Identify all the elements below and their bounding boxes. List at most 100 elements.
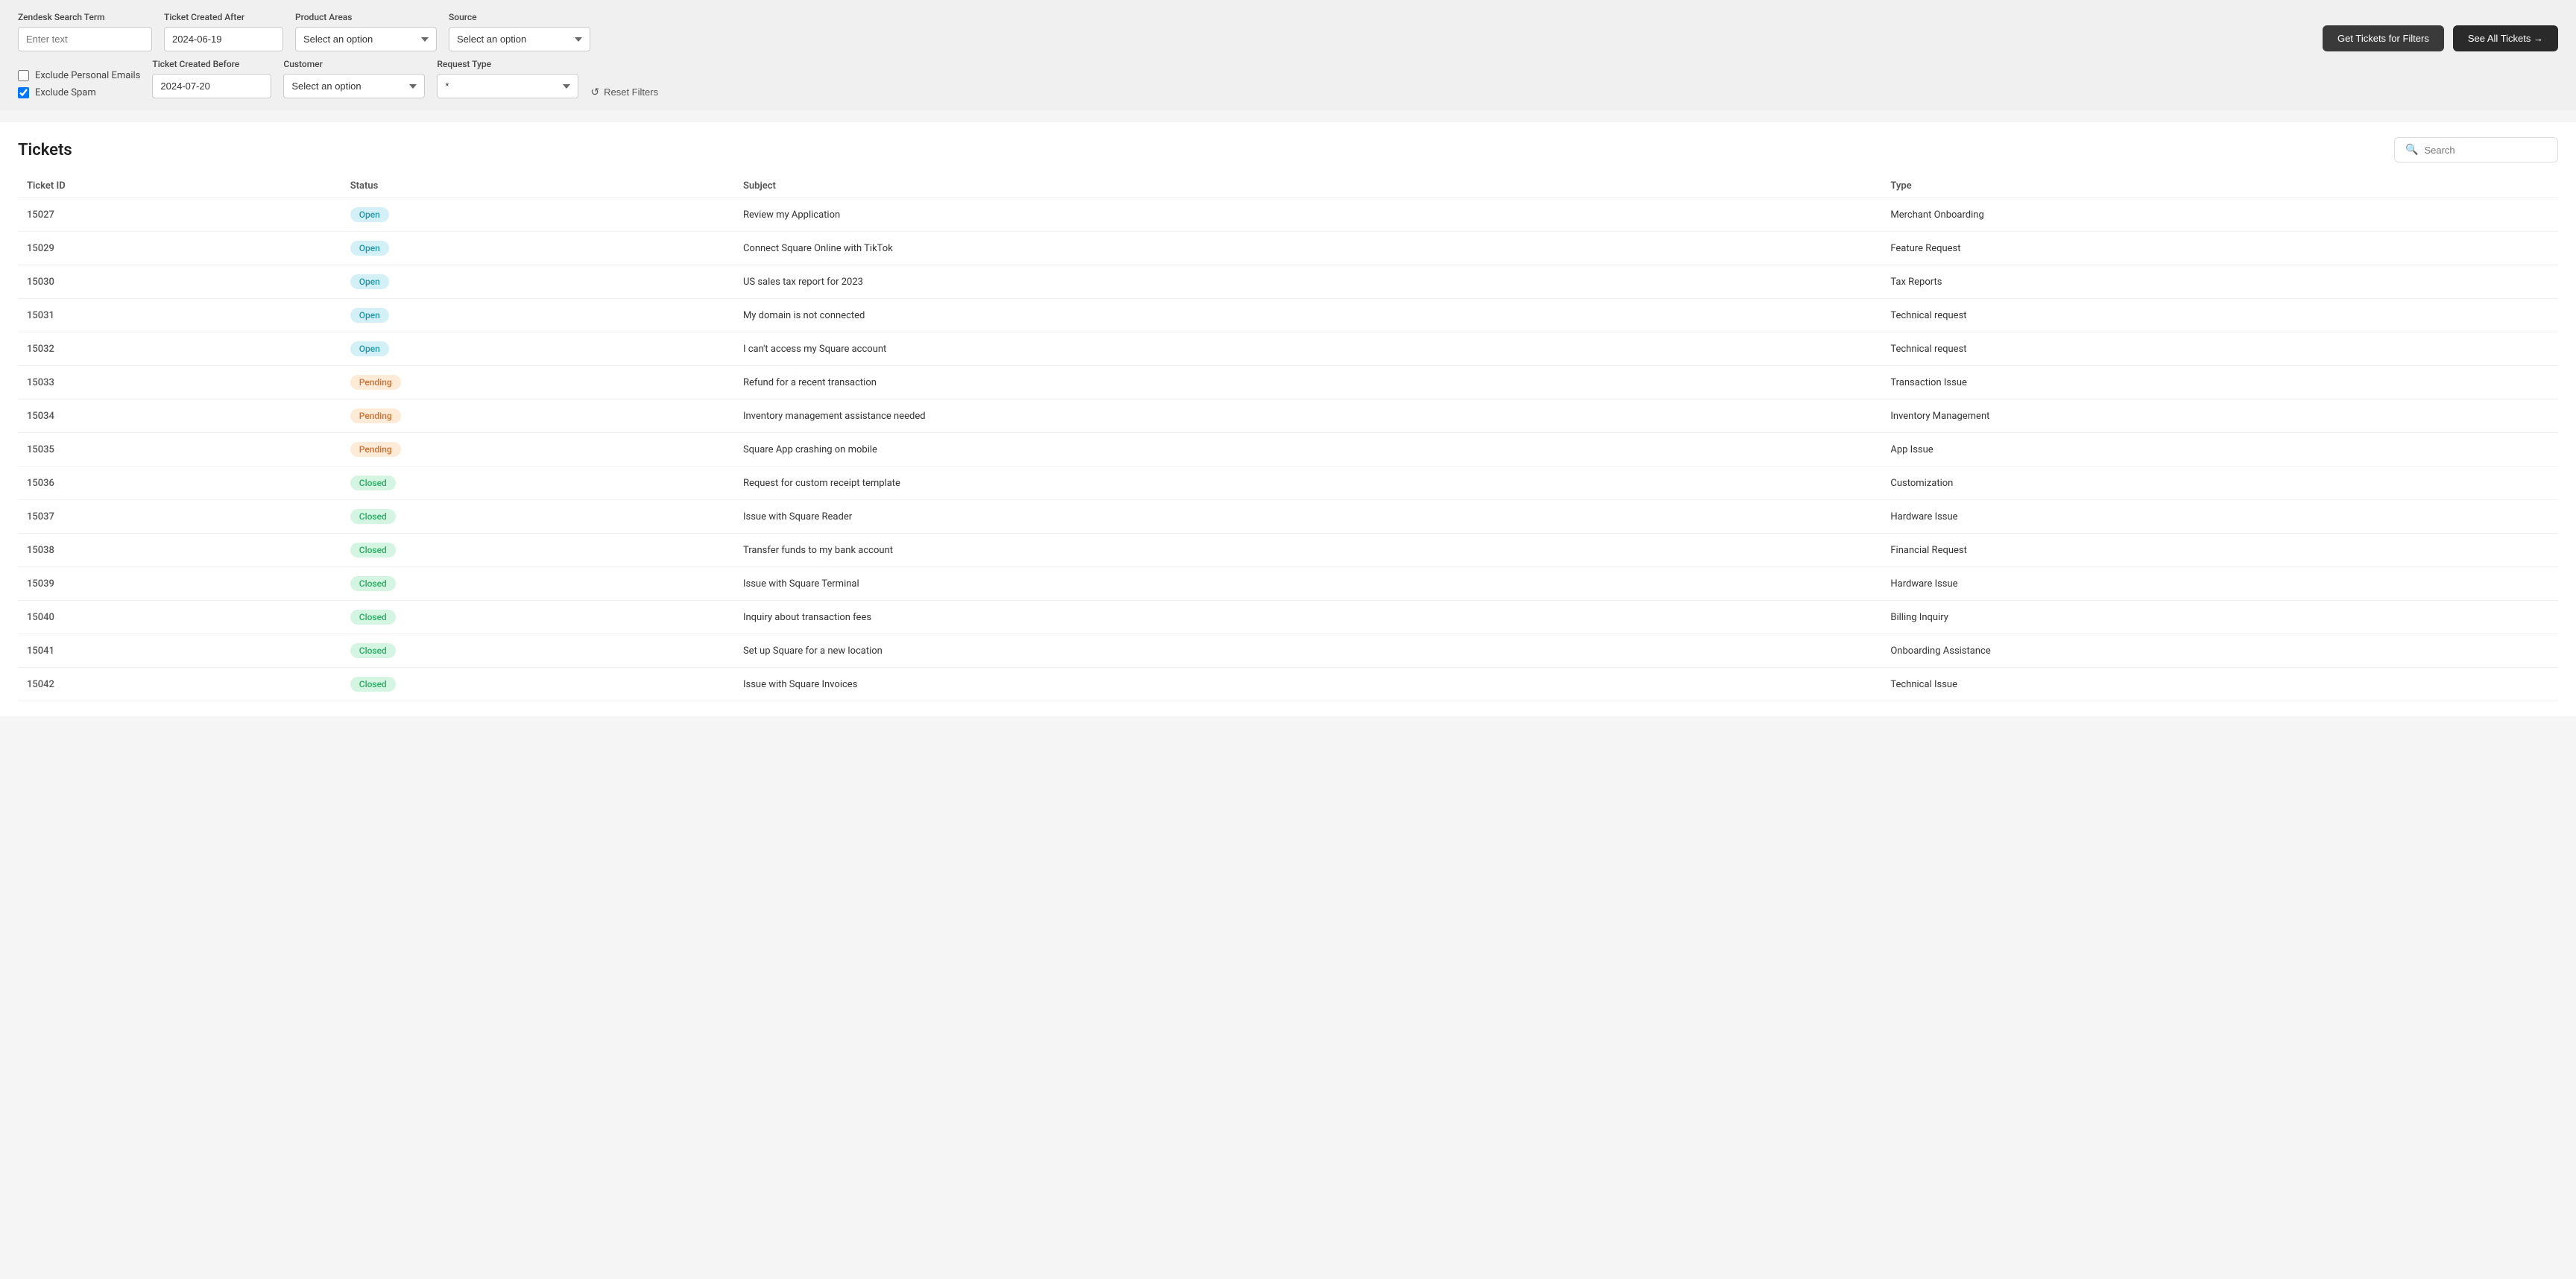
table-row[interactable]: 15038 Closed Transfer funds to my bank a… [18,534,2558,567]
exclude-spam-item[interactable]: Exclude Spam [18,87,140,98]
ticket-before-input[interactable] [152,74,271,98]
col-type: Type [1881,174,2558,198]
reset-icon: ↺ [590,86,599,98]
ticket-id-cell: 15034 [18,400,341,433]
type-cell: Financial Request [1881,534,2558,567]
table-row[interactable]: 15035 Pending Square App crashing on mob… [18,433,2558,467]
zendesk-search-group: Zendesk Search Term [18,12,152,51]
status-cell: Closed [341,467,734,500]
ticket-id-cell: 15027 [18,198,341,232]
subject-cell: Refund for a recent transaction [734,366,1881,400]
type-cell: Onboarding Assistance [1881,634,2558,668]
ticket-id-cell: 15040 [18,601,341,634]
ticket-id-cell: 15035 [18,433,341,467]
filter-section: Zendesk Search Term Ticket Created After… [0,0,2576,110]
source-group: Source Select an option [449,12,590,51]
status-badge: Closed [350,610,396,625]
table-row[interactable]: 15042 Closed Issue with Square Invoices … [18,668,2558,701]
request-type-label: Request Type [437,59,578,69]
status-badge: Closed [350,643,396,658]
status-badge: Closed [350,576,396,591]
status-cell: Closed [341,500,734,534]
status-cell: Closed [341,601,734,634]
subject-cell: My domain is not connected [734,299,1881,332]
table-row[interactable]: 15041 Closed Set up Square for a new loc… [18,634,2558,668]
status-cell: Open [341,198,734,232]
ticket-id-cell: 15031 [18,299,341,332]
type-cell: Hardware Issue [1881,567,2558,601]
status-cell: Open [341,265,734,299]
tickets-table: Ticket ID Status Subject Type 15027 Open… [18,174,2558,701]
subject-cell: Inventory management assistance needed [734,400,1881,433]
ticket-id-cell: 15042 [18,668,341,701]
type-cell: Hardware Issue [1881,500,2558,534]
subject-cell: Review my Application [734,198,1881,232]
type-cell: Inventory Management [1881,400,2558,433]
request-type-select[interactable]: * [437,74,578,98]
status-cell: Pending [341,433,734,467]
ticket-after-input[interactable] [164,27,283,51]
exclude-personal-checkbox[interactable] [18,70,29,81]
type-cell: Technical request [1881,332,2558,366]
tickets-title: Tickets [18,141,72,160]
see-all-tickets-button[interactable]: See All Tickets → [2453,25,2558,51]
table-row[interactable]: 15039 Closed Issue with Square Terminal … [18,567,2558,601]
type-cell: Merchant Onboarding [1881,198,2558,232]
product-areas-label: Product Areas [295,12,437,22]
search-box[interactable]: 🔍 [2394,137,2558,162]
status-cell: Closed [341,668,734,701]
table-row[interactable]: 15030 Open US sales tax report for 2023 … [18,265,2558,299]
exclude-spam-checkbox[interactable] [18,87,29,98]
type-cell: Technical Issue [1881,668,2558,701]
request-type-group: Request Type * [437,59,578,98]
status-cell: Closed [341,634,734,668]
table-row[interactable]: 15027 Open Review my Application Merchan… [18,198,2558,232]
ticket-before-label: Ticket Created Before [152,59,271,69]
table-row[interactable]: 15032 Open I can't access my Square acco… [18,332,2558,366]
ticket-id-cell: 15030 [18,265,341,299]
ticket-id-cell: 15039 [18,567,341,601]
ticket-id-cell: 15038 [18,534,341,567]
table-row[interactable]: 15036 Closed Request for custom receipt … [18,467,2558,500]
subject-cell: US sales tax report for 2023 [734,265,1881,299]
table-row[interactable]: 15037 Closed Issue with Square Reader Ha… [18,500,2558,534]
type-cell: Feature Request [1881,232,2558,265]
table-header: Ticket ID Status Subject Type [18,174,2558,198]
customer-label: Customer [283,59,425,69]
source-select[interactable]: Select an option [449,27,590,51]
table-row[interactable]: 15033 Pending Refund for a recent transa… [18,366,2558,400]
type-cell: Technical request [1881,299,2558,332]
status-badge: Pending [350,408,401,423]
exclude-personal-item[interactable]: Exclude Personal Emails [18,70,140,81]
customer-select[interactable]: Select an option [283,74,425,98]
search-input[interactable] [2424,145,2547,156]
table-row[interactable]: 15029 Open Connect Square Online with Ti… [18,232,2558,265]
table-row[interactable]: 15034 Pending Inventory management assis… [18,400,2558,433]
product-areas-select[interactable]: Select an option [295,27,437,51]
status-badge: Open [350,207,389,222]
subject-cell: Set up Square for a new location [734,634,1881,668]
search-icon: 🔍 [2405,144,2418,156]
status-badge: Open [350,241,389,256]
get-tickets-button[interactable]: Get Tickets for Filters [2323,25,2444,51]
ticket-id-cell: 15033 [18,366,341,400]
customer-group: Customer Select an option [283,59,425,98]
zendesk-search-input[interactable] [18,27,152,51]
ticket-before-group: Ticket Created Before [152,59,271,98]
status-badge: Closed [350,509,396,524]
table-row[interactable]: 15031 Open My domain is not connected Te… [18,299,2558,332]
col-subject: Subject [734,174,1881,198]
product-areas-group: Product Areas Select an option [295,12,437,51]
source-label: Source [449,12,590,22]
status-cell: Open [341,232,734,265]
table-row[interactable]: 15040 Closed Inquiry about transaction f… [18,601,2558,634]
exclude-spam-label: Exclude Spam [35,87,96,98]
subject-cell: I can't access my Square account [734,332,1881,366]
tickets-header: Tickets 🔍 [18,137,2558,162]
reset-filters-button[interactable]: ↺ Reset Filters [590,86,658,98]
subject-cell: Issue with Square Terminal [734,567,1881,601]
status-cell: Closed [341,567,734,601]
exclude-personal-label: Exclude Personal Emails [35,70,140,81]
subject-cell: Inquiry about transaction fees [734,601,1881,634]
ticket-id-cell: 15041 [18,634,341,668]
